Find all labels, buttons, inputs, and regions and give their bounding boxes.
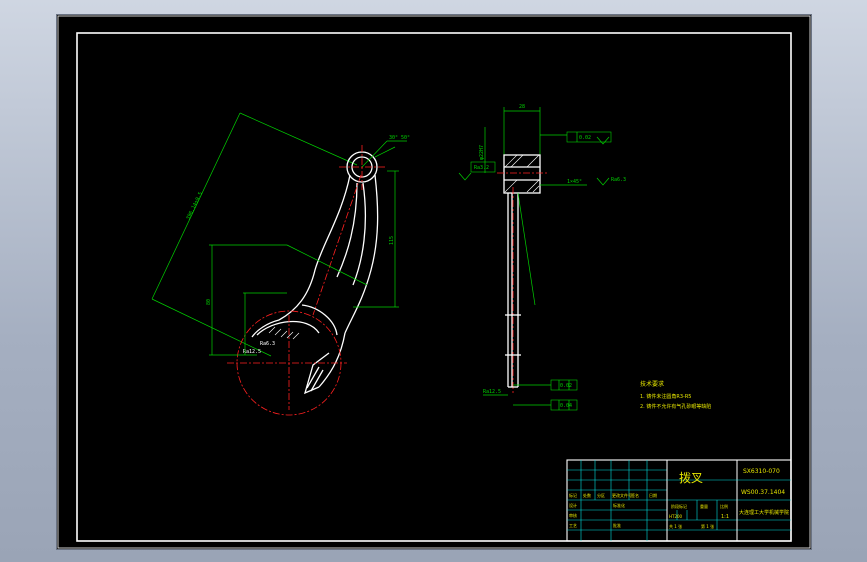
bore-text: φ22H7 [479, 145, 485, 160]
dim-lower-height-text: 80 [206, 299, 212, 305]
weight-label: 重量 [700, 503, 708, 509]
tol-a-text: 0.02 [560, 383, 572, 389]
label-process: 工艺 [569, 523, 577, 528]
material-code: WS00.37.1404 [741, 489, 785, 496]
label-standard: 标准化 [613, 502, 625, 508]
cad-viewport[interactable]: 396.14±0.5 30° 50° Ra6.3 Ra12.5 115 80 2… [56, 14, 812, 550]
sheet-number: 第 1 张 [701, 523, 714, 529]
rough-side-text: Ra3.2 [474, 165, 489, 171]
side-hub-hatch [504, 154, 540, 193]
label-mark: 标记 [569, 492, 577, 498]
roughness-jaw-text-2: Ra12.5 [243, 349, 261, 355]
scale-value: 1:1 [721, 514, 729, 520]
label-sign: 签名 [631, 492, 639, 498]
tol-b-text: 0.04 [560, 403, 572, 409]
stage-label: 阶段标记 [671, 503, 687, 509]
side-view: 28 φ22H7 Ra3.2 0.02 1×45° Ra6.3 0.02 0.0… [458, 104, 626, 411]
inner-frame [76, 32, 792, 542]
chamfer-text: 1×45° [567, 179, 582, 185]
title-block: 拨叉 SX6310-070 WS00.37.1404 大连理工大学机械学院 阶段… [566, 459, 792, 542]
notes-item-1: 1. 铸件未注圆角R3-R5 [640, 393, 691, 400]
sheet-total: 共 1 张 [669, 523, 682, 529]
tolerance-frame-b: 0.04 [513, 399, 578, 411]
organization: 大连理工大学机械学院 [739, 509, 789, 516]
tolerance-frame-top: 0.02 [540, 131, 612, 145]
part-name: 拨叉 [679, 471, 703, 485]
main-view: 396.14±0.5 30° 50° Ra6.3 Ra12.5 115 80 [151, 112, 410, 416]
chamfer-callout: 1×45° Ra6.3 [540, 177, 626, 186]
label-designer: 设计 [569, 502, 577, 508]
angle-a-text: 30° [389, 135, 398, 141]
dim-main-length: 396.14±0.5 [151, 112, 358, 357]
rough-chamfer-text: Ra6.3 [611, 177, 626, 183]
roughness-jaw-text: Ra6.3 [260, 341, 275, 347]
tol-top-text: 0.02 [579, 135, 591, 141]
label-zone: 分区 [597, 492, 605, 498]
outer-frame [57, 15, 811, 549]
ratio-label: 比例 [720, 503, 728, 509]
hub-ring: 30° 50° [339, 135, 410, 190]
label-checker: 审核 [569, 512, 577, 518]
label-date: 日期 [649, 492, 657, 498]
notes-heading: 技术要求 [640, 380, 664, 388]
angle-b-text: 50° [401, 135, 410, 141]
dim-side-width-text: 28 [519, 104, 525, 110]
dim-main-length-text: 396.14±0.5 [185, 191, 204, 221]
tech-notes: 技术要求 1. 铸件未注圆角R3-R5 2. 铸件不允许有气孔砂眼等缺陷 [640, 380, 711, 410]
label-doc: 更改文件号 [612, 492, 632, 498]
dim-arm-height-text: 115 [389, 236, 395, 245]
tolerance-frame-a: 0.02 [513, 379, 578, 391]
material-label: HT200 [669, 514, 683, 519]
label-approve: 批准 [613, 522, 621, 528]
notes-item-2: 2. 铸件不允许有气孔砂眼等缺陷 [640, 403, 711, 410]
drawing-number: SX6310-070 [743, 468, 780, 475]
section-hatch [268, 326, 300, 340]
label-count: 处数 [583, 492, 591, 498]
fork-arm [278, 174, 379, 334]
rough-bottom-text: Ra12.5 [483, 389, 501, 395]
cad-drawing: 396.14±0.5 30° 50° Ra6.3 Ra12.5 115 80 2… [57, 15, 811, 549]
